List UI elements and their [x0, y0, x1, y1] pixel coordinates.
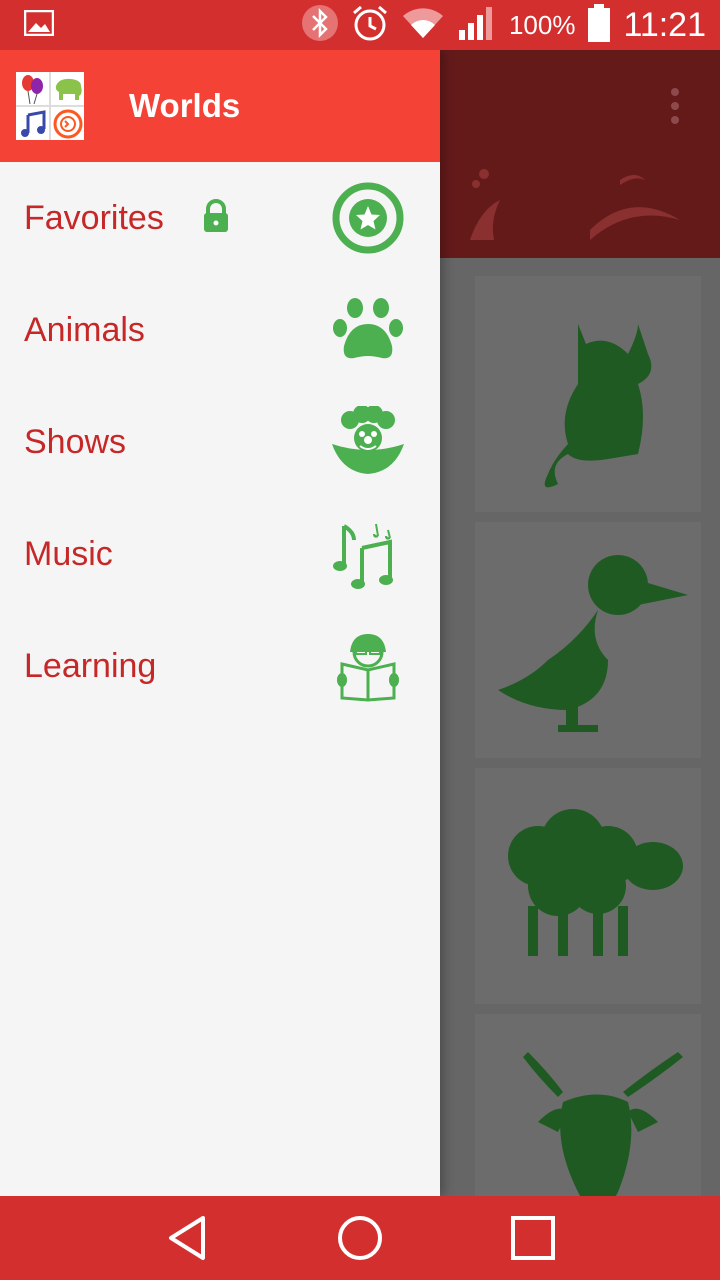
menu-item-label: Music: [24, 534, 113, 573]
cat-icon: [544, 324, 652, 488]
star-icon: [332, 182, 404, 254]
wifi-icon: [401, 6, 445, 45]
reading-kid-icon: [332, 630, 404, 702]
status-bar: 100% 11:21: [0, 0, 720, 50]
recents-button[interactable]: [503, 1208, 563, 1268]
image-icon: [23, 9, 55, 41]
clock-logo-icon: [51, 107, 84, 140]
worlds-menu: Favorites Animals Shows Music Learning: [0, 162, 440, 722]
back-icon: [168, 1216, 205, 1260]
menu-item-label: Shows: [24, 422, 127, 461]
sheep-icon: [508, 809, 683, 956]
navigation-drawer: Worlds Favorites Animals Shows Music Lea…: [0, 50, 440, 1196]
battery-icon: [587, 3, 611, 47]
clock: 11:21: [623, 5, 706, 44]
home-icon: [337, 1216, 382, 1260]
menu-item-label: Favorites: [24, 198, 164, 237]
music-note-icon: [16, 107, 49, 140]
menu-item-label: Animals: [24, 310, 145, 349]
music-notes-icon: [332, 518, 404, 590]
alarm-icon: [351, 4, 389, 47]
elephant-icon: [51, 72, 84, 105]
drawer-title: Worlds: [129, 87, 241, 124]
home-button[interactable]: [330, 1208, 390, 1268]
sheep-tile: [475, 768, 701, 1004]
back-button[interactable]: [157, 1208, 217, 1268]
overflow-menu-icon: [670, 88, 680, 124]
clown-icon: [332, 406, 404, 478]
signal-icon: [457, 4, 497, 47]
recents-icon: [511, 1216, 556, 1260]
menu-item-music[interactable]: Music: [0, 498, 440, 610]
bluetooth-icon: [301, 4, 339, 47]
drawer-header: Worlds: [0, 50, 440, 162]
menu-item-animals[interactable]: Animals: [0, 274, 440, 386]
balloons-icon: [16, 72, 49, 105]
menu-item-favorites[interactable]: Favorites: [0, 162, 440, 274]
bg-decoration-icon: [470, 169, 680, 240]
app-logo: [16, 72, 84, 140]
system-nav-bar: [0, 1196, 720, 1280]
cat-tile: [475, 276, 701, 512]
lock-icon: [202, 198, 230, 238]
menu-item-shows[interactable]: Shows: [0, 386, 440, 498]
battery-percent: 100%: [508, 9, 576, 40]
menu-item-learning[interactable]: Learning: [0, 610, 440, 722]
duck-tile: [475, 522, 701, 758]
duck-icon: [498, 555, 688, 732]
menu-item-label: Learning: [24, 646, 157, 685]
paw-icon: [332, 294, 404, 366]
